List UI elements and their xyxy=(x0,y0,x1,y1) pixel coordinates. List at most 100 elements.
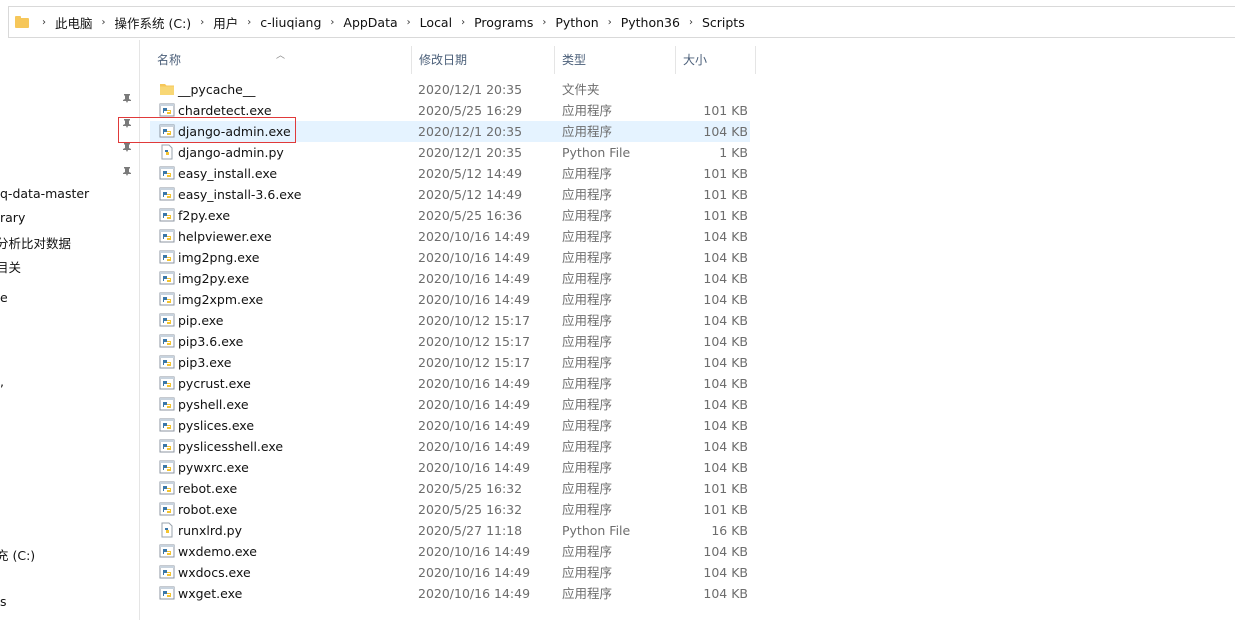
file-date: 2020/10/16 14:49 xyxy=(418,565,531,580)
file-row[interactable]: robot.exe 2020/5/25 16:32 应用程序 101 KB xyxy=(150,499,750,520)
file-date: 2020/10/16 14:49 xyxy=(418,397,531,412)
column-header-size[interactable]: 大小 xyxy=(676,46,756,74)
breadcrumb-item[interactable]: AppData xyxy=(343,15,397,30)
file-row[interactable]: img2xpm.exe 2020/10/16 14:49 应用程序 104 KB xyxy=(150,289,750,310)
file-row[interactable]: wxget.exe 2020/10/16 14:49 应用程序 104 KB xyxy=(150,583,750,604)
file-row[interactable]: easy_install.exe 2020/5/12 14:49 应用程序 101 K… xyxy=(150,163,750,184)
breadcrumb-item[interactable]: 此电脑 xyxy=(55,13,93,32)
python-exe-icon xyxy=(159,165,175,181)
breadcrumb-item[interactable]: c-liuqiang xyxy=(260,15,321,30)
file-row[interactable]: pycrust.exe 2020/10/16 14:49 应用程序 104 KB xyxy=(150,373,750,394)
file-type: 应用程序 xyxy=(562,103,613,118)
breadcrumb-item[interactable]: Local xyxy=(420,15,452,30)
chevron-right-icon[interactable]: › xyxy=(93,17,115,28)
file-type: 应用程序 xyxy=(562,292,613,307)
file-size: 104 KB xyxy=(703,271,748,286)
chevron-right-icon[interactable]: › xyxy=(680,17,702,28)
file-row[interactable]: wxdemo.exe 2020/10/16 14:49 应用程序 104 KB xyxy=(150,541,750,562)
nav-item[interactable]: 目关 xyxy=(0,257,21,276)
file-name: wxget.exe xyxy=(178,586,243,601)
file-row[interactable]: pyslicesshell.exe 2020/10/16 14:49 应用程序 104… xyxy=(150,436,750,457)
python-exe-icon xyxy=(159,564,175,580)
file-date: 2020/12/1 20:35 xyxy=(418,124,523,139)
nav-item[interactable]: 充 (C:) xyxy=(0,545,35,564)
file-row[interactable]: django-admin.py 2020/12/1 20:35 Python Fil… xyxy=(150,142,750,163)
python-exe-icon xyxy=(159,438,175,454)
file-row[interactable]: pip3.exe 2020/10/12 15:17 应用程序 104 KB xyxy=(150,352,750,373)
file-name: img2py.exe xyxy=(178,271,250,286)
breadcrumb-item[interactable]: 操作系统 (C:) xyxy=(115,13,192,32)
file-type: 应用程序 xyxy=(562,565,613,580)
file-date: 2020/10/16 14:49 xyxy=(418,250,531,265)
file-row[interactable]: rebot.exe 2020/5/25 16:32 应用程序 101 KB xyxy=(150,478,750,499)
file-row[interactable]: img2png.exe 2020/10/16 14:49 应用程序 104 KB xyxy=(150,247,750,268)
file-name: img2xpm.exe xyxy=(178,292,264,307)
file-row[interactable]: img2py.exe 2020/10/16 14:49 应用程序 104 KB xyxy=(150,268,750,289)
chevron-right-icon[interactable]: › xyxy=(33,17,55,28)
file-date: 2020/10/16 14:49 xyxy=(418,292,531,307)
chevron-right-icon[interactable]: › xyxy=(452,17,474,28)
file-date: 2020/5/25 16:32 xyxy=(418,481,523,496)
breadcrumb-item[interactable]: Python xyxy=(555,15,598,30)
python-exe-icon xyxy=(159,480,175,496)
chevron-right-icon[interactable]: › xyxy=(321,17,343,28)
chevron-right-icon[interactable]: › xyxy=(599,17,621,28)
file-type: 应用程序 xyxy=(562,544,613,559)
python-exe-icon xyxy=(159,585,175,601)
column-header-type[interactable]: 类型 xyxy=(555,46,676,74)
file-name: pycrust.exe xyxy=(178,376,251,391)
file-size: 104 KB xyxy=(703,250,748,265)
nav-item[interactable]: 分析比对数据 xyxy=(0,233,71,252)
column-header-size-label: 大小 xyxy=(683,53,708,67)
file-row[interactable]: helpviewer.exe 2020/10/16 14:49 应用程序 104 KB xyxy=(150,226,750,247)
chevron-right-icon[interactable]: › xyxy=(398,17,420,28)
column-header-date[interactable]: 修改日期 xyxy=(412,46,555,74)
file-date: 2020/10/12 15:17 xyxy=(418,355,531,370)
breadcrumb-item[interactable]: Python36 xyxy=(621,15,680,30)
file-date: 2020/10/16 14:49 xyxy=(418,544,531,559)
address-bar[interactable]: › 此电脑 › 操作系统 (C:) › 用户 › c-liuqiang › AppData › Loc… xyxy=(8,6,1235,38)
chevron-right-icon[interactable]: › xyxy=(238,17,260,28)
file-row[interactable]: pip.exe 2020/10/12 15:17 应用程序 104 KB xyxy=(150,310,750,331)
column-header-name[interactable]: ︿ 名称 xyxy=(150,46,412,74)
breadcrumb-item[interactable]: Programs xyxy=(474,15,533,30)
nav-item[interactable]: rary xyxy=(0,210,25,225)
file-row[interactable]: wxdocs.exe 2020/10/16 14:49 应用程序 104 KB xyxy=(150,562,750,583)
python-exe-icon xyxy=(159,249,175,265)
file-row[interactable]: runxlrd.py 2020/5/27 11:18 Python File 16 K… xyxy=(150,520,750,541)
file-name: __pycache__ xyxy=(178,82,256,97)
file-size: 104 KB xyxy=(703,376,748,391)
file-date: 2020/10/16 14:49 xyxy=(418,376,531,391)
file-date: 2020/10/16 14:49 xyxy=(418,229,531,244)
file-type: 应用程序 xyxy=(562,313,613,328)
chevron-right-icon[interactable]: › xyxy=(533,17,555,28)
breadcrumb-item[interactable]: 用户 xyxy=(213,13,238,32)
file-size: 101 KB xyxy=(703,481,748,496)
file-name: pip3.exe xyxy=(178,355,232,370)
nav-item[interactable]: , xyxy=(0,374,4,389)
chevron-right-icon[interactable]: › xyxy=(191,17,213,28)
file-row[interactable]: pip3.6.exe 2020/10/12 15:17 应用程序 104 KB xyxy=(150,331,750,352)
file-row[interactable]: pyshell.exe 2020/10/16 14:49 应用程序 104 KB xyxy=(150,394,750,415)
nav-item[interactable]: s xyxy=(0,594,7,609)
nav-item[interactable]: e xyxy=(0,290,8,305)
file-size: 104 KB xyxy=(703,313,748,328)
python-exe-icon xyxy=(159,270,175,286)
breadcrumb-item[interactable]: Scripts xyxy=(702,15,745,30)
file-size: 16 KB xyxy=(711,523,748,538)
file-type: Python File xyxy=(562,145,631,160)
file-row[interactable]: f2py.exe 2020/5/25 16:36 应用程序 101 KB xyxy=(150,205,750,226)
annotation-highlight-box xyxy=(118,117,296,143)
file-row[interactable]: easy_install-3.6.exe 2020/5/12 14:49 应用程序 1… xyxy=(150,184,750,205)
column-header-row: ︿ 名称 修改日期 类型 大小 xyxy=(150,46,756,74)
pin-icon xyxy=(122,166,132,176)
nav-item[interactable]: q-data-master xyxy=(0,186,89,201)
file-row[interactable]: __pycache__ 2020/12/1 20:35 文件夹 xyxy=(150,79,750,100)
file-row[interactable]: pywxrc.exe 2020/10/16 14:49 应用程序 104 KB xyxy=(150,457,750,478)
file-type: 应用程序 xyxy=(562,250,613,265)
pin-icon xyxy=(122,93,132,103)
python-exe-icon xyxy=(159,291,175,307)
file-date: 2020/5/25 16:36 xyxy=(418,208,523,223)
file-row[interactable]: pyslices.exe 2020/10/16 14:49 应用程序 104 KB xyxy=(150,415,750,436)
file-name: pyslices.exe xyxy=(178,418,255,433)
